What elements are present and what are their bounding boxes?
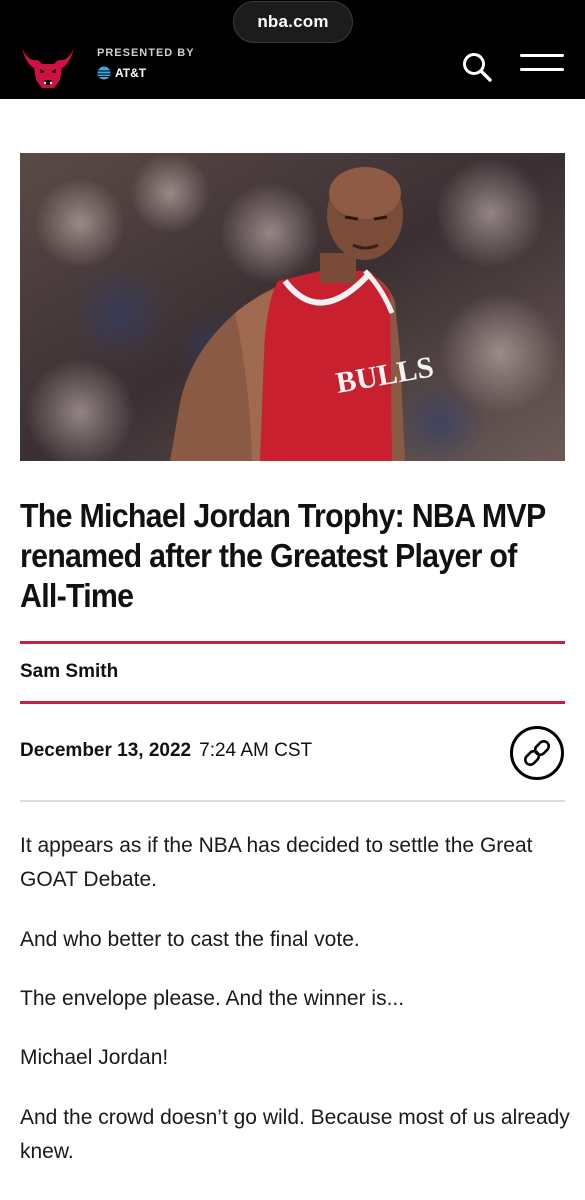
bulls-logo-icon[interactable]: [20, 42, 76, 92]
menu-line: [520, 68, 564, 71]
url-bar[interactable]: nba.com: [233, 1, 353, 43]
article-time: 7:24 AM CST: [199, 740, 313, 761]
article-paragraph: It appears as if the NBA has decided to …: [20, 834, 533, 891]
author-name[interactable]: Sam Smith: [20, 661, 118, 683]
article-paragraph: And who better to cast the final vote.: [20, 928, 360, 951]
article-paragraph: And the crowd doesn’t go wild. Because m…: [20, 1106, 570, 1163]
divider: [20, 701, 565, 704]
article-paragraph: Michael Jordan!: [20, 1046, 169, 1069]
copy-link-button[interactable]: [510, 726, 564, 780]
article-paragraph: The envelope please. And the winner is..…: [20, 987, 405, 1010]
divider: [20, 800, 565, 802]
presented-by-label: PRESENTED BY: [97, 47, 195, 59]
sponsor-name: AT&T: [115, 66, 147, 80]
att-globe-icon: [97, 66, 111, 80]
hero-photo: BULLS: [20, 153, 565, 461]
menu-line: [520, 54, 564, 57]
divider: [20, 641, 565, 644]
article-title: The Michael Jordan Trophy: NBA MVP renam…: [20, 497, 546, 614]
hamburger-menu-icon[interactable]: [518, 54, 566, 80]
site-header: nba.com PRESENTED BY AT&T: [0, 0, 585, 99]
article-date: December 13, 2022: [20, 740, 192, 761]
sponsor-logo[interactable]: AT&T: [97, 66, 146, 80]
hero-image: BULLS: [20, 153, 565, 461]
link-icon: [523, 739, 551, 767]
search-icon[interactable]: [460, 50, 494, 84]
article-dateline: December 13, 2022 7:24 AM CST: [20, 740, 312, 762]
